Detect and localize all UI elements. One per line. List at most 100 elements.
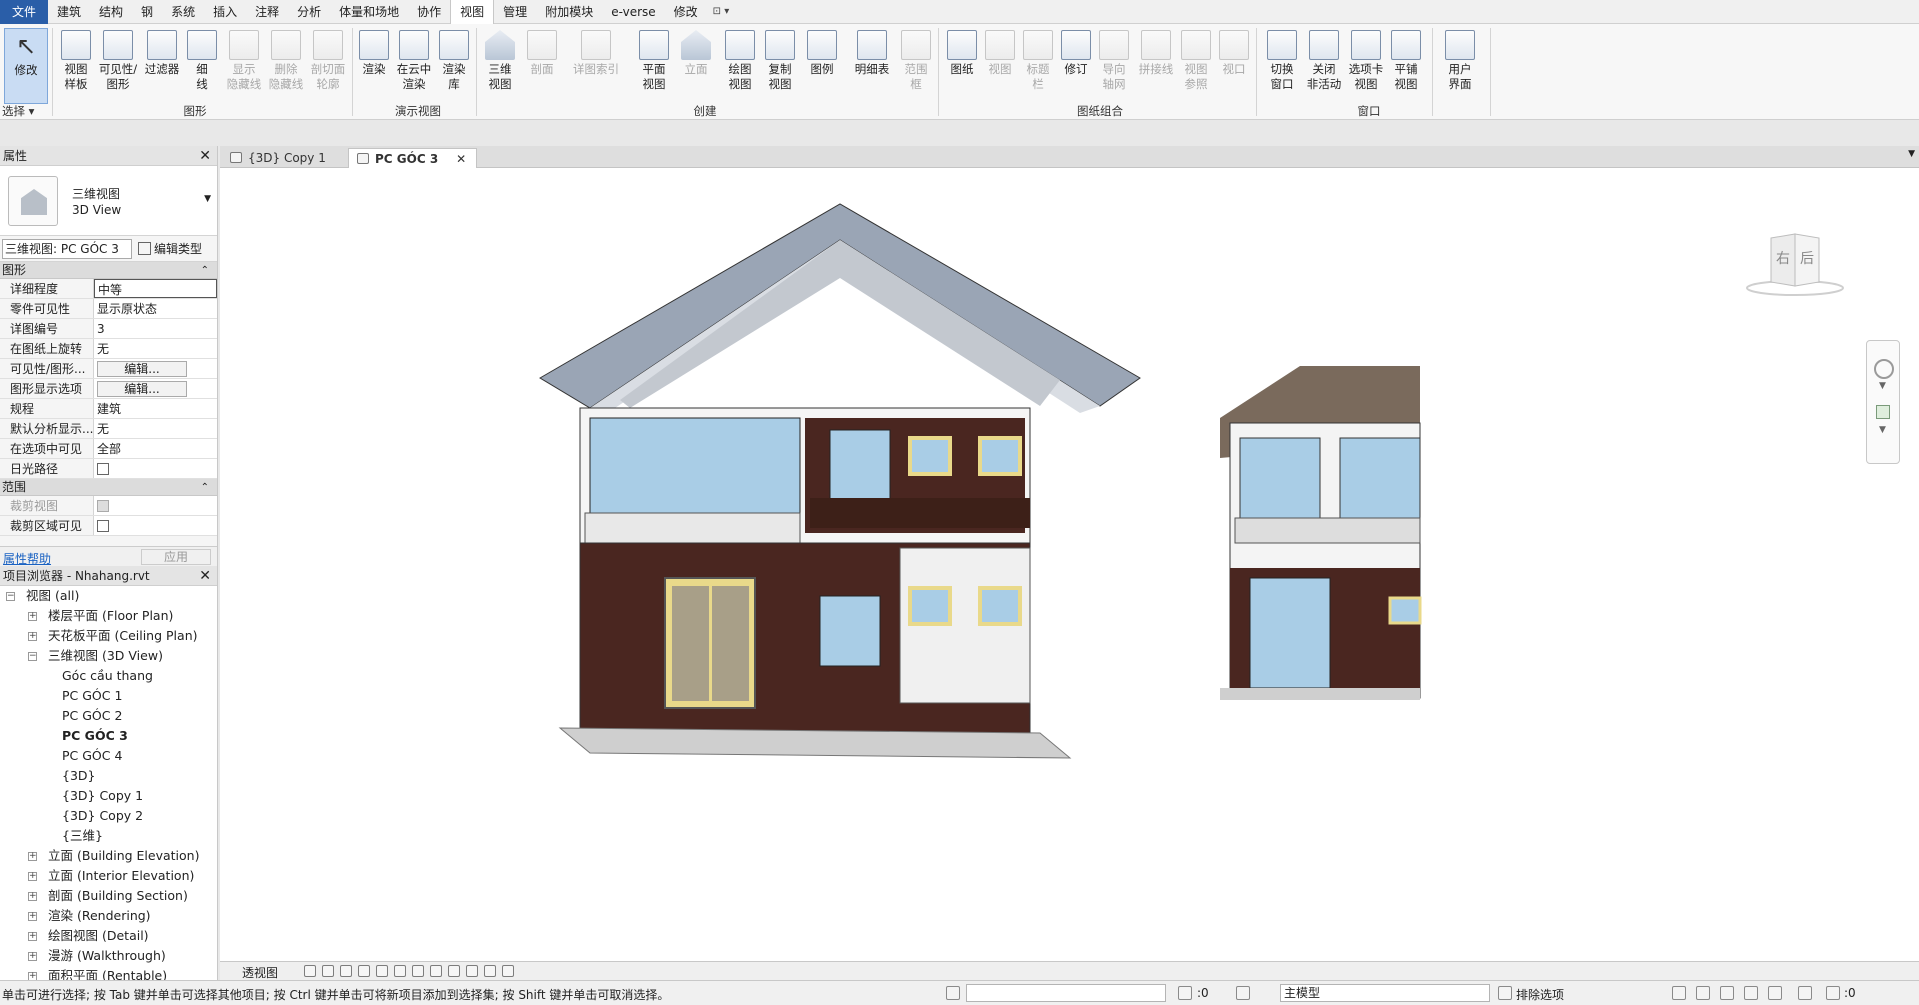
callout-button[interactable]: 详图索引 xyxy=(572,28,620,104)
render-in-cloud-button[interactable]: 在云中 渲染 xyxy=(392,28,436,104)
menu-tab-manage[interactable]: 管理 xyxy=(494,0,536,24)
filter-icon[interactable] xyxy=(1826,986,1840,1000)
crop-region-checkbox[interactable] xyxy=(97,520,109,532)
editable-only-icon[interactable] xyxy=(1178,986,1192,1000)
menu-tab-annotate[interactable]: 注释 xyxy=(246,0,288,24)
expand-icon[interactable]: + xyxy=(28,952,37,961)
browser-item[interactable]: + 漫游 (Walkthrough) xyxy=(0,946,217,966)
menu-tab-systems[interactable]: 系统 xyxy=(162,0,204,24)
menu-tab-addins[interactable]: 附加模块 xyxy=(536,0,602,24)
collapse-icon[interactable]: ⌃ xyxy=(201,479,209,496)
select-underlay-icon[interactable] xyxy=(1696,986,1710,1000)
steering-wheel-icon[interactable] xyxy=(1874,359,1894,379)
visual-style-icon[interactable] xyxy=(304,965,316,977)
user-interface-button[interactable]: 用户 界面 xyxy=(1436,28,1484,104)
menu-tab-structure[interactable]: 结构 xyxy=(90,0,132,24)
plan-views-button[interactable]: 平面 视图 xyxy=(632,28,676,104)
parts-visibility-field[interactable]: 显示原状态 xyxy=(94,299,217,318)
detail-number-field[interactable]: 3 xyxy=(94,319,217,338)
select-by-face-icon[interactable] xyxy=(1744,986,1758,1000)
browser-item[interactable]: {3D} Copy 1 xyxy=(0,786,217,806)
3d-view-button[interactable]: 三维 视图 xyxy=(478,28,522,104)
browser-item[interactable]: + 天花板平面 (Ceiling Plan) xyxy=(0,626,217,646)
active-workset-field[interactable] xyxy=(966,984,1166,1002)
browser-item[interactable]: PC GÓC 1 xyxy=(0,686,217,706)
elevation-button[interactable]: 立面 xyxy=(674,28,718,104)
crop-view-icon[interactable] xyxy=(376,965,388,977)
select-links-icon[interactable] xyxy=(1672,986,1686,1000)
menu-extra-dropdown[interactable]: ⊡ ▾ xyxy=(707,6,736,17)
close-icon[interactable]: ✕ xyxy=(199,146,211,166)
drag-on-selection-icon[interactable] xyxy=(1768,986,1782,1000)
browser-item[interactable]: + 绘图视图 (Detail) xyxy=(0,926,217,946)
browser-item[interactable]: + 面积平面 (Rentable) xyxy=(0,966,217,980)
remove-hidden-lines-button[interactable]: 删除 隐藏线 xyxy=(264,28,308,104)
browser-item[interactable]: PC GÓC 3 xyxy=(0,726,217,746)
select-dropdown[interactable]: 选择 ▾ xyxy=(2,103,34,119)
analysis-display-field[interactable]: 无 xyxy=(94,419,217,438)
render-dialog-icon[interactable] xyxy=(358,965,370,977)
view-template-button[interactable]: 视图 样板 xyxy=(54,28,98,104)
visible-in-option-field[interactable]: 全部 xyxy=(94,439,217,458)
menu-file[interactable]: 文件 xyxy=(0,0,49,24)
expand-icon[interactable]: + xyxy=(28,632,37,641)
rotation-field[interactable]: 无 xyxy=(94,339,217,358)
visibility-edit-button[interactable]: 编辑... xyxy=(97,361,187,377)
browser-item[interactable]: − 视图 (all) xyxy=(0,586,217,606)
sun-path-checkbox[interactable] xyxy=(97,463,109,475)
thin-lines-button[interactable]: 细线 xyxy=(180,28,224,104)
extents-section-header[interactable]: 范围 ⌃ xyxy=(0,479,217,496)
analytical-model-icon[interactable] xyxy=(484,965,496,977)
menu-tab-analyze[interactable]: 分析 xyxy=(288,0,330,24)
collapse-icon[interactable]: − xyxy=(6,592,15,601)
sun-path-icon[interactable] xyxy=(322,965,334,977)
zoom-region-icon[interactable] xyxy=(1876,405,1890,419)
expand-icon[interactable]: + xyxy=(28,872,37,881)
edit-type-button[interactable]: 编辑类型 xyxy=(138,240,202,257)
unlock-3d-view-icon[interactable] xyxy=(412,965,424,977)
temporary-hide-icon[interactable] xyxy=(430,965,442,977)
viewports-button[interactable]: 视口 xyxy=(1212,28,1256,104)
browser-item[interactable]: {3D} Copy 2 xyxy=(0,806,217,826)
view-cube-right-face[interactable]: 右 xyxy=(1776,248,1790,268)
visibility-graphics-button[interactable]: 可见性/图形 xyxy=(96,28,140,104)
chevron-down-icon[interactable]: ▼ xyxy=(1879,381,1886,391)
close-icon[interactable]: ✕ xyxy=(456,152,466,166)
expand-icon[interactable]: + xyxy=(28,932,37,941)
filters-button[interactable]: 过滤器 xyxy=(140,28,184,104)
view-cube-back-face[interactable]: 后 xyxy=(1800,248,1814,268)
close-inactive-button[interactable]: 关闭 非活动 xyxy=(1302,28,1346,104)
scope-box-button[interactable]: 范围框 xyxy=(894,28,938,104)
duplicate-view-button[interactable]: 复制 视图 xyxy=(758,28,802,104)
chevron-down-icon[interactable]: ▼ xyxy=(204,194,211,204)
view-instance-select[interactable]: 三维视图: PC GÓC 3 xyxy=(2,239,132,259)
menu-tab-collaborate[interactable]: 协作 xyxy=(408,0,450,24)
browser-item[interactable]: {三维} xyxy=(0,826,217,846)
render-gallery-button[interactable]: 渲染库 xyxy=(432,28,476,104)
modify-button[interactable]: ↖ 修改 xyxy=(4,28,48,104)
chevron-down-icon[interactable]: ▼ xyxy=(1879,425,1886,435)
design-options-icon[interactable] xyxy=(1236,986,1250,1000)
browser-item[interactable]: Góc cầu thang xyxy=(0,666,217,686)
discipline-field[interactable]: 建筑 xyxy=(94,399,217,418)
section-button[interactable]: 剖面 xyxy=(520,28,564,104)
highlight-displacement-icon[interactable] xyxy=(502,965,514,977)
apply-button[interactable]: 应用 xyxy=(141,549,211,565)
menu-tab-insert[interactable]: 插入 xyxy=(204,0,246,24)
expand-icon[interactable]: + xyxy=(28,972,37,980)
type-selector[interactable]: 三维视图 3D View ▼ xyxy=(0,166,217,236)
browser-item[interactable]: PC GÓC 2 xyxy=(0,706,217,726)
background-processes-icon[interactable] xyxy=(1798,986,1812,1000)
crop-view-checkbox[interactable] xyxy=(97,500,109,512)
menu-tab-view[interactable]: 视图 xyxy=(450,0,495,24)
view-cube[interactable]: 右 后 xyxy=(1745,230,1845,298)
reveal-hidden-icon[interactable] xyxy=(448,965,460,977)
guide-grid-button[interactable]: 导向 轴网 xyxy=(1092,28,1136,104)
switch-windows-button[interactable]: 切换 窗口 xyxy=(1260,28,1304,104)
expand-icon[interactable]: + xyxy=(28,612,37,621)
show-crop-region-icon[interactable] xyxy=(394,965,406,977)
browser-item[interactable]: PC GÓC 4 xyxy=(0,746,217,766)
menu-tab-steel[interactable]: 钢 xyxy=(132,0,162,24)
expand-icon[interactable]: + xyxy=(28,912,37,921)
browser-item[interactable]: + 渲染 (Rendering) xyxy=(0,906,217,926)
